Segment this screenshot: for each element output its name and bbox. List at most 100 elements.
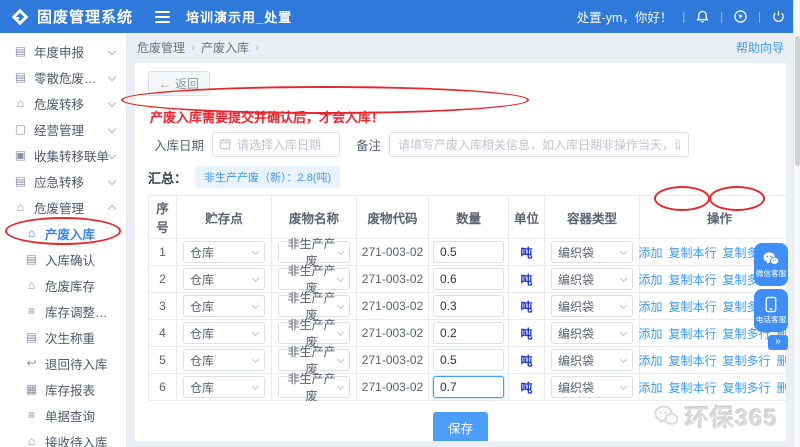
chevron-down-icon xyxy=(336,274,345,282)
action-添加[interactable]: 添加 xyxy=(638,244,662,261)
waste-code-cell: 271-003-02 xyxy=(356,373,429,401)
quantity-input[interactable] xyxy=(433,349,504,371)
chevron-down-icon xyxy=(336,247,345,255)
action-删除[interactable]: 删除 xyxy=(777,352,786,369)
row-index: 1 xyxy=(148,238,177,266)
waste-name-select[interactable]: 非生产产废 xyxy=(278,291,350,322)
sidebar-item-库存调整列表[interactable]: ≡ 库存调整列表 xyxy=(0,298,126,324)
guide-icon[interactable] xyxy=(733,9,748,24)
sidebar-item-危废库存[interactable]: ⌂ 危废库存 xyxy=(0,272,126,298)
container-type-select[interactable]: 编织袋 xyxy=(551,376,633,398)
action-复制本行[interactable]: 复制本行 xyxy=(668,379,716,396)
storage-point-select[interactable]: 仓库 xyxy=(183,349,265,371)
container-type-select[interactable]: 编织袋 xyxy=(551,268,633,290)
unit-cell: 吨 xyxy=(508,292,545,320)
action-删除[interactable]: 删除 xyxy=(777,379,786,396)
phone-service-button[interactable]: 电话客服 xyxy=(754,289,788,332)
sidebar-item-入库确认[interactable]: ▤ 入库确认 xyxy=(0,246,126,272)
container-type-select[interactable]: 编织袋 xyxy=(551,241,633,263)
col-header-序号: 序号 xyxy=(148,195,177,239)
storage-point-select[interactable]: 仓库 xyxy=(183,295,265,317)
sidebar-item-危废管理[interactable]: ⌂ 危废管理 xyxy=(0,194,126,220)
remark-input[interactable] xyxy=(389,132,690,157)
wechat-service-button[interactable]: 微信客服 xyxy=(754,243,788,286)
container-type-select[interactable]: 编织袋 xyxy=(551,349,633,371)
action-复制多行[interactable]: 复制多行 xyxy=(723,379,771,396)
content-panel: ← 返回 产废入库需要提交并确认后，才会入库！ 入库日期 备注 xyxy=(135,63,786,441)
sidebar-item-接收待入库[interactable]: ⌂ 接收待入库 xyxy=(0,428,126,447)
row-index: 3 xyxy=(148,292,177,320)
breadcrumb-item-hazard-mgmt[interactable]: 危废管理 xyxy=(137,39,185,56)
sidebar-item-label: 单据查询 xyxy=(45,409,96,424)
sidebar-item-label: 经营管理 xyxy=(34,123,85,138)
app-title: 固废管理系统 xyxy=(37,9,134,26)
help-guide-link[interactable]: 帮助向导 xyxy=(736,39,784,56)
sidebar-item-label: 产废入库 xyxy=(45,227,96,242)
form-icon: ▤ xyxy=(25,330,38,344)
action-复制本行[interactable]: 复制本行 xyxy=(668,271,716,288)
bell-icon[interactable] xyxy=(695,9,710,24)
hamburger-menu-icon[interactable] xyxy=(155,10,171,23)
quantity-input[interactable] xyxy=(433,322,504,344)
widget-collapse-button[interactable]: » xyxy=(768,335,788,350)
storage-point-select[interactable]: 仓库 xyxy=(183,322,265,344)
quantity-input[interactable] xyxy=(433,268,504,290)
quantity-input[interactable] xyxy=(433,295,504,317)
sidebar-item-年度申报[interactable]: ▤ 年度申报 xyxy=(0,38,126,64)
waste-name-select[interactable]: 非生产产废 xyxy=(278,237,350,268)
sidebar-item-经营管理[interactable]: ▢ 经营管理 xyxy=(0,116,126,142)
action-复制本行[interactable]: 复制本行 xyxy=(668,352,716,369)
breadcrumb-item-waste-inbound[interactable]: 产废入库 xyxy=(201,39,249,56)
action-添加[interactable]: 添加 xyxy=(638,325,662,342)
storage-point-select[interactable]: 仓库 xyxy=(183,268,265,290)
sidebar-item-危废转移[interactable]: ⌂ 危废转移 xyxy=(0,90,126,116)
sidebar-item-收集转移联单[interactable]: ▣ 收集转移联单 xyxy=(0,142,126,168)
summary-label: 汇总： xyxy=(148,170,188,186)
form-icon: ▤ xyxy=(14,44,27,58)
sidebar-item-零散危废收集填报[interactable]: ▤ 零散危废收集填报 xyxy=(0,64,126,90)
action-复制本行[interactable]: 复制本行 xyxy=(668,244,716,261)
row-actions: 添加复制本行复制多行删除 xyxy=(638,352,786,369)
container-type-select[interactable]: 编织袋 xyxy=(551,322,633,344)
logo-diamond-icon xyxy=(11,8,29,25)
sidebar-item-应急转移[interactable]: ▤ 应急转移 xyxy=(0,168,126,194)
storage-point-select[interactable]: 仓库 xyxy=(183,241,265,263)
sidebar-item-次生称重[interactable]: ▤ 次生称重 xyxy=(0,324,126,350)
quantity-input[interactable] xyxy=(433,241,504,263)
sidebar-item-产废入库[interactable]: ⌂ 产废入库 xyxy=(0,220,126,246)
watermark-text: 环保365 xyxy=(684,405,778,432)
action-添加[interactable]: 添加 xyxy=(638,298,662,315)
back-button[interactable]: ← 返回 xyxy=(148,71,211,96)
inbound-date-input[interactable] xyxy=(212,132,341,157)
chevron-down-icon xyxy=(107,176,117,186)
waste-name-select[interactable]: 非生产产废 xyxy=(278,318,350,349)
header-page-title: 培训演示用_处置 xyxy=(186,10,293,25)
action-添加[interactable]: 添加 xyxy=(638,379,662,396)
page-scrollbar[interactable] xyxy=(793,0,800,447)
save-button[interactable]: 保存 xyxy=(432,412,488,441)
chevron-down-icon xyxy=(251,247,260,255)
chevron-down-icon xyxy=(251,382,260,390)
sidebar-item-库存报表[interactable]: ▦ 库存报表 xyxy=(0,376,126,402)
list-icon: ≡ xyxy=(27,304,35,318)
waste-name-select[interactable]: 非生产产废 xyxy=(278,264,350,295)
table-body: 1 仓库 非生产产废 271-003-02 吨 编织袋 添加复制本行复制多行删除… xyxy=(148,237,786,403)
chevron-down-icon xyxy=(336,355,345,363)
monitor-icon: ▢ xyxy=(14,122,27,136)
scrollbar-thumb[interactable] xyxy=(795,36,800,166)
waste-name-select[interactable]: 非生产产废 xyxy=(278,345,350,376)
action-添加[interactable]: 添加 xyxy=(638,352,662,369)
waste-code-cell: 271-003-02 xyxy=(356,265,429,293)
action-复制多行[interactable]: 复制多行 xyxy=(723,352,771,369)
action-复制本行[interactable]: 复制本行 xyxy=(668,325,716,342)
power-icon[interactable] xyxy=(771,9,786,24)
quantity-input[interactable] xyxy=(433,376,504,398)
sidebar-item-单据查询[interactable]: ≡ 单据查询 xyxy=(0,402,126,428)
sidebar-item-退回待入库[interactable]: ↩ 退回待入库 xyxy=(0,350,126,376)
storage-point-select[interactable]: 仓库 xyxy=(183,376,265,398)
container-type-select[interactable]: 编织袋 xyxy=(551,295,633,317)
waste-name-select[interactable]: 非生产产废 xyxy=(278,372,350,403)
action-复制本行[interactable]: 复制本行 xyxy=(668,298,716,315)
action-添加[interactable]: 添加 xyxy=(638,271,662,288)
sidebar-item-label: 库存报表 xyxy=(45,383,96,398)
